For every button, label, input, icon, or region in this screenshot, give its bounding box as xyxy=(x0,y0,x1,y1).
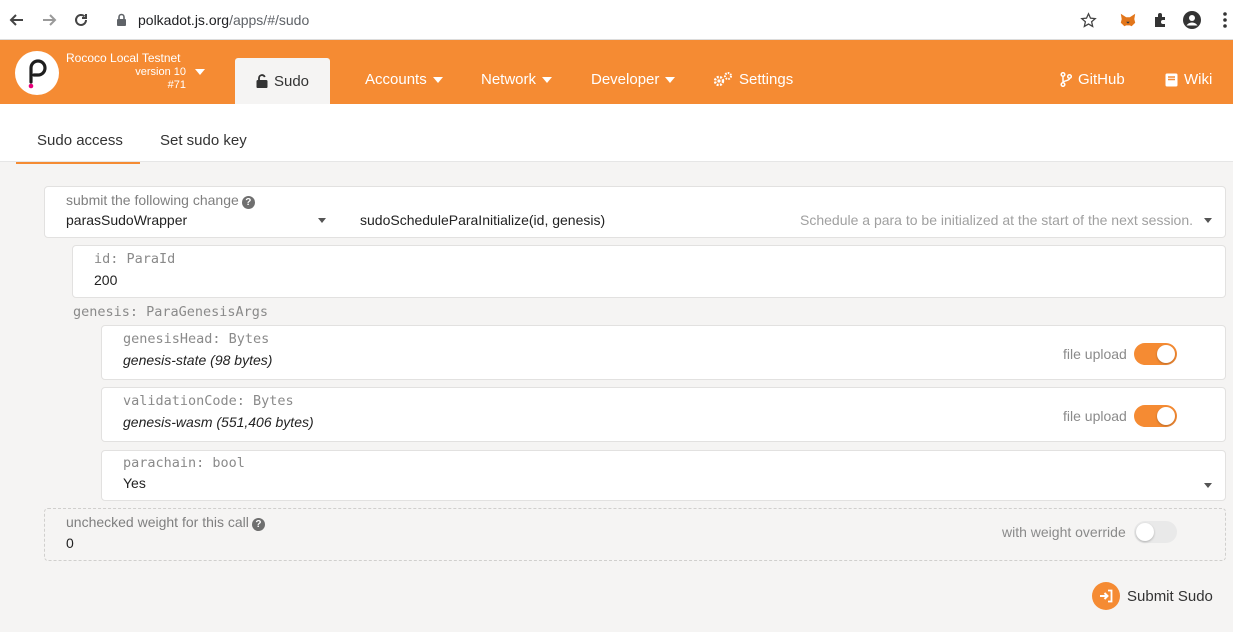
chevron-down-icon xyxy=(432,76,443,83)
metamask-icon[interactable] xyxy=(1118,10,1138,30)
weight-override-toggle[interactable] xyxy=(1134,521,1177,543)
app-header: Rococo Local Testnet version 10 #71 Sudo… xyxy=(0,40,1233,104)
chain-name[interactable]: Rococo Local Testnet xyxy=(66,51,181,65)
method-select[interactable]: sudoScheduleParaInitialize(id, genesis) xyxy=(360,212,605,228)
section-dropdown-caret-icon[interactable] xyxy=(318,218,326,223)
genesis-head-label: genesisHead: Bytes xyxy=(123,331,270,347)
id-label: id: ParaId xyxy=(94,251,176,267)
browser-menu-icon[interactable] xyxy=(1215,10,1233,30)
link-github[interactable]: GitHub xyxy=(1060,71,1125,88)
genesis-head-file[interactable]: genesis-state (98 bytes) xyxy=(123,352,272,368)
chevron-down-icon xyxy=(665,76,676,83)
subtabs: Sudo access Set sudo key xyxy=(0,104,1233,164)
help-icon[interactable]: ? xyxy=(251,518,265,531)
tab-sudo-label: Sudo xyxy=(273,72,310,90)
genesis-label: genesis: ParaGenesisArgs xyxy=(73,304,269,320)
chevron-down-icon xyxy=(542,76,553,83)
validation-code-param: validationCode: Bytes genesis-wasm (551,… xyxy=(101,387,1226,442)
menu-accounts[interactable]: Accounts xyxy=(365,71,443,88)
method-dropdown-caret-icon[interactable] xyxy=(1204,218,1212,223)
menu-developer-label: Developer xyxy=(591,71,660,88)
id-param: id: ParaId 200 xyxy=(72,245,1226,298)
parachain-param: parachain: bool Yes xyxy=(101,450,1226,501)
submit-sudo-label: Submit Sudo xyxy=(1127,587,1213,605)
profile-icon[interactable] xyxy=(1182,10,1202,30)
link-wiki-label: Wiki xyxy=(1184,71,1213,88)
chain-version[interactable]: version 10 #71 xyxy=(66,66,186,92)
code-branch-icon xyxy=(1060,72,1072,87)
weight-section: unchecked weight for this call? 0 with w… xyxy=(44,508,1226,561)
url-text: polkadot.js.org/apps/#/sudo xyxy=(138,12,310,28)
polkadot-logo[interactable] xyxy=(15,51,59,95)
reload-icon[interactable] xyxy=(70,9,92,31)
weight-value: 0 xyxy=(66,535,74,551)
tab-sudo[interactable]: Sudo xyxy=(235,58,330,104)
sign-in-icon xyxy=(1092,582,1120,610)
submit-sudo-button[interactable]: Submit Sudo xyxy=(1092,582,1213,610)
section-select[interactable]: parasSudoWrapper xyxy=(66,212,187,228)
subtab-set-sudo-key[interactable]: Set sudo key xyxy=(160,132,247,149)
block-number: #71 xyxy=(167,79,186,91)
parachain-dropdown-caret-icon[interactable] xyxy=(1204,483,1212,488)
help-icon[interactable]: ? xyxy=(241,196,255,209)
active-subtab-indicator xyxy=(16,162,140,164)
menu-network-label: Network xyxy=(481,71,537,88)
book-icon xyxy=(1165,73,1178,86)
genesis-head-param: genesisHead: Bytes genesis-state (98 byt… xyxy=(101,325,1226,380)
extrinsic-selector: submit the following change? parasSudoWr… xyxy=(44,186,1226,238)
file-upload-label: file upload xyxy=(1063,346,1127,362)
parachain-label: parachain: bool xyxy=(123,455,245,471)
parachain-select[interactable]: Yes xyxy=(123,475,146,491)
file-upload-toggle[interactable] xyxy=(1134,405,1177,427)
file-upload-label: file upload xyxy=(1063,408,1127,424)
file-upload-toggle[interactable] xyxy=(1134,343,1177,365)
address-bar[interactable]: polkadot.js.org/apps/#/sudo xyxy=(104,6,1108,34)
subtab-sudo-access[interactable]: Sudo access xyxy=(37,132,123,149)
validation-code-file[interactable]: genesis-wasm (551,406 bytes) xyxy=(123,414,314,430)
menu-settings[interactable]: Settings xyxy=(713,71,793,88)
validation-code-label: validationCode: Bytes xyxy=(123,393,294,409)
unlock-icon xyxy=(256,74,268,88)
link-github-label: GitHub xyxy=(1078,71,1125,88)
weight-label: unchecked weight for this call? xyxy=(66,514,265,531)
extrinsic-label: submit the following change? xyxy=(66,192,255,209)
extensions-icon[interactable] xyxy=(1150,10,1170,30)
chevron-down-icon[interactable] xyxy=(195,69,205,76)
menu-accounts-label: Accounts xyxy=(365,71,427,88)
menu-settings-label: Settings xyxy=(739,71,794,88)
menu-network[interactable]: Network xyxy=(481,71,553,88)
back-icon[interactable] xyxy=(6,9,28,31)
link-wiki[interactable]: Wiki xyxy=(1165,71,1212,88)
forward-icon[interactable] xyxy=(38,9,60,31)
browser-toolbar: polkadot.js.org/apps/#/sudo xyxy=(0,0,1233,40)
cogs-icon xyxy=(713,72,732,87)
weight-override-label: with weight override xyxy=(1002,524,1126,540)
version-text: version 10 xyxy=(135,66,186,78)
id-input[interactable]: 200 xyxy=(94,272,117,288)
method-description: Schedule a para to be initialized at the… xyxy=(800,212,1194,228)
lock-icon xyxy=(116,13,127,29)
star-icon[interactable] xyxy=(1078,10,1098,30)
menu-developer[interactable]: Developer xyxy=(591,71,676,88)
